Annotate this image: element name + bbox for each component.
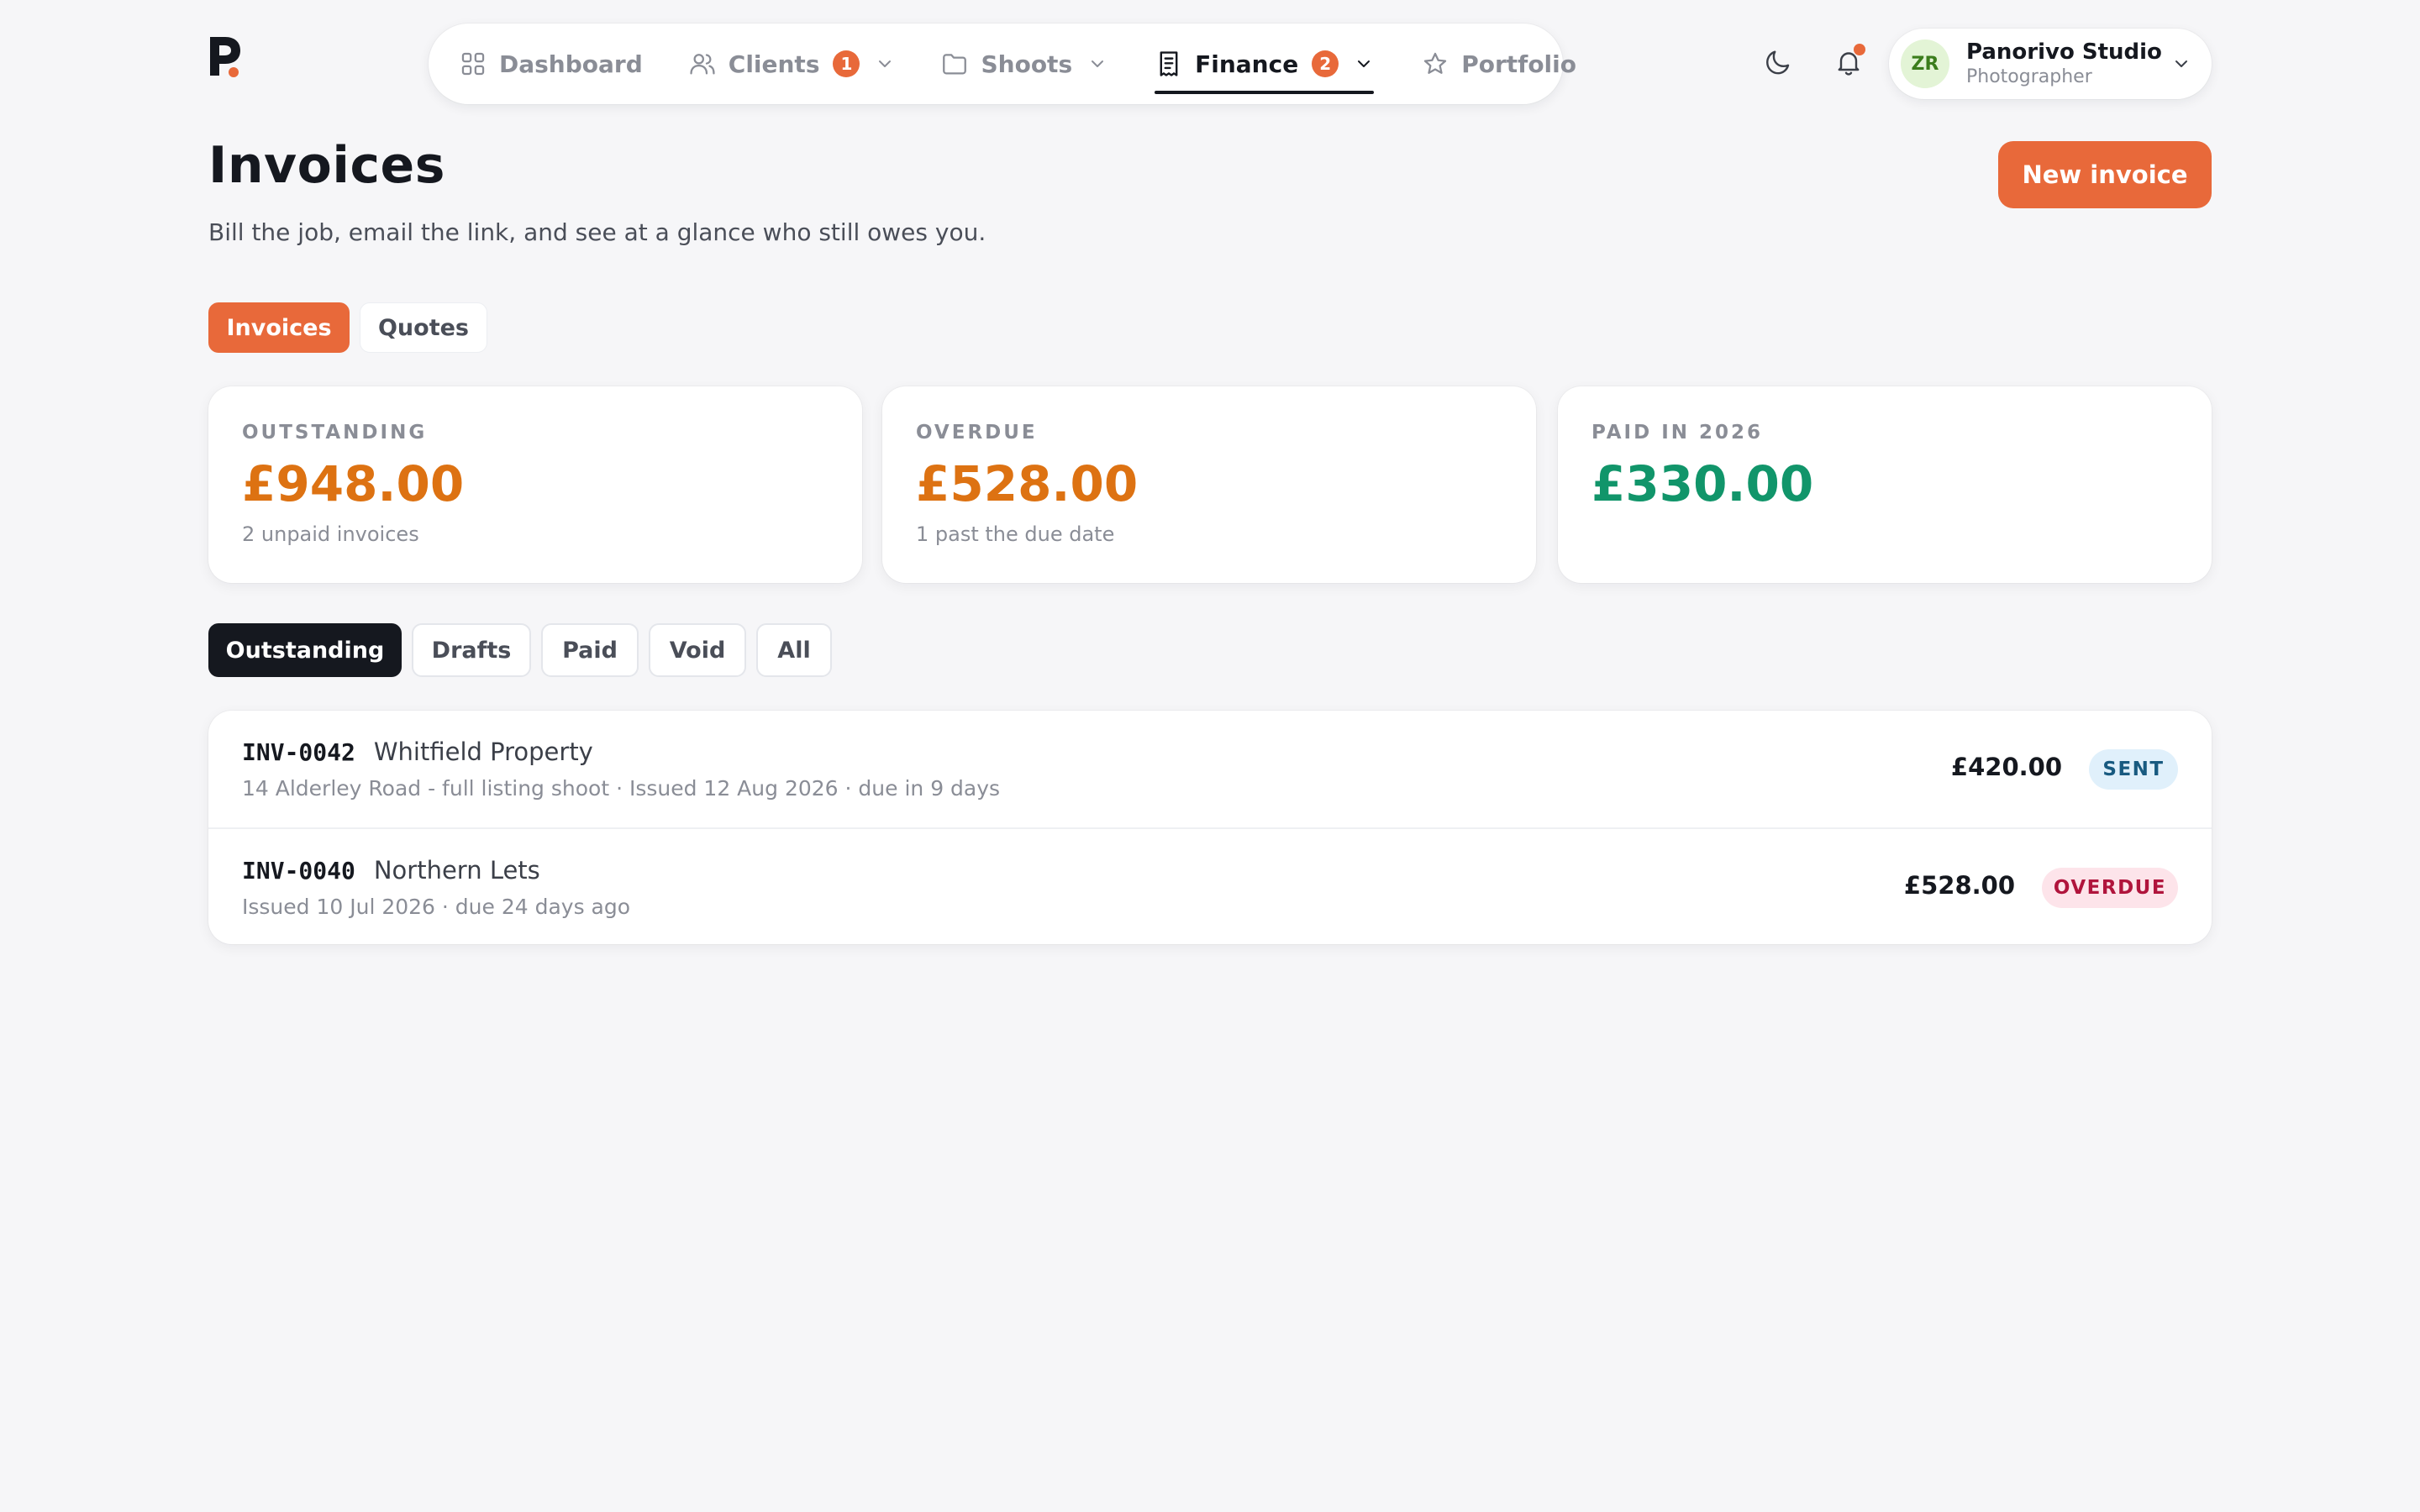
invoice-heading: INV-0040 Northern Lets <box>242 856 540 885</box>
stat-card-overdue: OVERDUE £528.00 1 past the due date <box>882 386 1536 583</box>
chevron-down-icon[interactable] <box>1087 54 1107 74</box>
filter-all[interactable]: All <box>756 623 832 677</box>
invoice-row[interactable]: INV-0042 Whitfield Property 14 Alderley … <box>208 711 2212 827</box>
invoice-amount: £420.00 <box>1950 753 2062 781</box>
invoice-heading: INV-0042 Whitfield Property <box>242 738 593 766</box>
invoice-client: Whitfield Property <box>373 738 593 766</box>
stat-caption: 2 unpaid invoices <box>242 522 419 546</box>
stat-label: PAID IN 2026 <box>1591 422 1764 444</box>
filter-outstanding[interactable]: Outstanding <box>208 623 402 677</box>
app-logo[interactable] <box>208 35 242 79</box>
invoice-amount: £528.00 <box>1903 871 2015 900</box>
stat-value: £948.00 <box>242 455 465 512</box>
star-icon <box>1421 50 1449 78</box>
filter-paid[interactable]: Paid <box>541 623 639 677</box>
filter-void[interactable]: Void <box>649 623 746 677</box>
theme-toggle-button[interactable] <box>1760 44 1797 81</box>
main-nav: Dashboard Clients 1 Shoots Finance 2 Por… <box>429 24 1576 104</box>
filter-drafts[interactable]: Drafts <box>412 623 531 677</box>
invoice-list: INV-0042 Whitfield Property 14 Alderley … <box>208 711 2212 944</box>
chevron-down-icon[interactable] <box>875 54 895 74</box>
chevron-down-icon[interactable] <box>1354 54 1374 74</box>
invoices-page: Dashboard Clients 1 Shoots Finance 2 Por… <box>0 0 2420 1512</box>
page-title: Invoices <box>208 136 445 195</box>
stat-value: £528.00 <box>916 455 1139 512</box>
stat-caption: 1 past the due date <box>916 522 1115 546</box>
page-subtitle: Bill the job, email the link, and see at… <box>208 218 986 246</box>
invoice-client: Northern Lets <box>373 856 540 885</box>
tab-invoices[interactable]: Invoices <box>208 302 350 353</box>
nav-item-clients[interactable]: Clients 1 <box>688 24 896 104</box>
user-name: Panorivo Studio <box>1966 39 2162 65</box>
users-icon <box>688 50 717 78</box>
invoice-number: INV-0042 <box>242 738 355 766</box>
status-badge: OVERDUE <box>2042 868 2178 908</box>
notification-dot <box>1854 44 1865 55</box>
finance-count-badge: 2 <box>1312 50 1339 77</box>
nav-label: Portfolio <box>1461 50 1576 78</box>
invoice-number: INV-0040 <box>242 857 355 885</box>
notifications-button[interactable] <box>1830 44 1867 81</box>
new-invoice-button[interactable]: New invoice <box>1998 141 2212 208</box>
nav-label: Dashboard <box>499 50 643 78</box>
user-role: Photographer <box>1966 66 2092 87</box>
invoice-row[interactable]: INV-0040 Northern Lets Issued 10 Jul 202… <box>208 827 2212 944</box>
stat-label: OUTSTANDING <box>242 422 428 444</box>
nav-item-dashboard[interactable]: Dashboard <box>459 24 643 104</box>
stat-card-outstanding: OUTSTANDING £948.00 2 unpaid invoices <box>208 386 862 583</box>
avatar: ZR <box>1901 39 1949 88</box>
status-badge: SENT <box>2089 749 2178 790</box>
tab-quotes[interactable]: Quotes <box>360 302 487 353</box>
stat-card-paid: PAID IN 2026 £330.00 <box>1558 386 2212 583</box>
stat-label: OVERDUE <box>916 422 1038 444</box>
user-menu[interactable]: ZR Panorivo Studio Photographer <box>1889 29 2212 99</box>
nav-label: Clients <box>728 50 820 78</box>
grid-icon <box>459 50 487 78</box>
invoice-meta: 14 Alderley Road - full listing shoot · … <box>242 776 1001 801</box>
nav-item-portfolio[interactable]: Portfolio <box>1421 24 1576 104</box>
folder-icon <box>940 50 969 78</box>
stat-value: £330.00 <box>1591 455 1814 512</box>
user-info: Panorivo Studio Photographer <box>1966 39 2162 89</box>
moon-icon <box>1766 50 1790 75</box>
chevron-down-icon <box>2171 54 2191 74</box>
invoice-meta: Issued 10 Jul 2026 · due 24 days ago <box>242 895 631 919</box>
receipt-icon <box>1155 50 1183 78</box>
nav-item-finance[interactable]: Finance 2 <box>1155 24 1375 104</box>
nav-item-shoots[interactable]: Shoots <box>940 24 1107 104</box>
nav-label: Shoots <box>981 50 1073 78</box>
clients-count-badge: 1 <box>833 50 860 77</box>
nav-label: Finance <box>1195 50 1299 78</box>
